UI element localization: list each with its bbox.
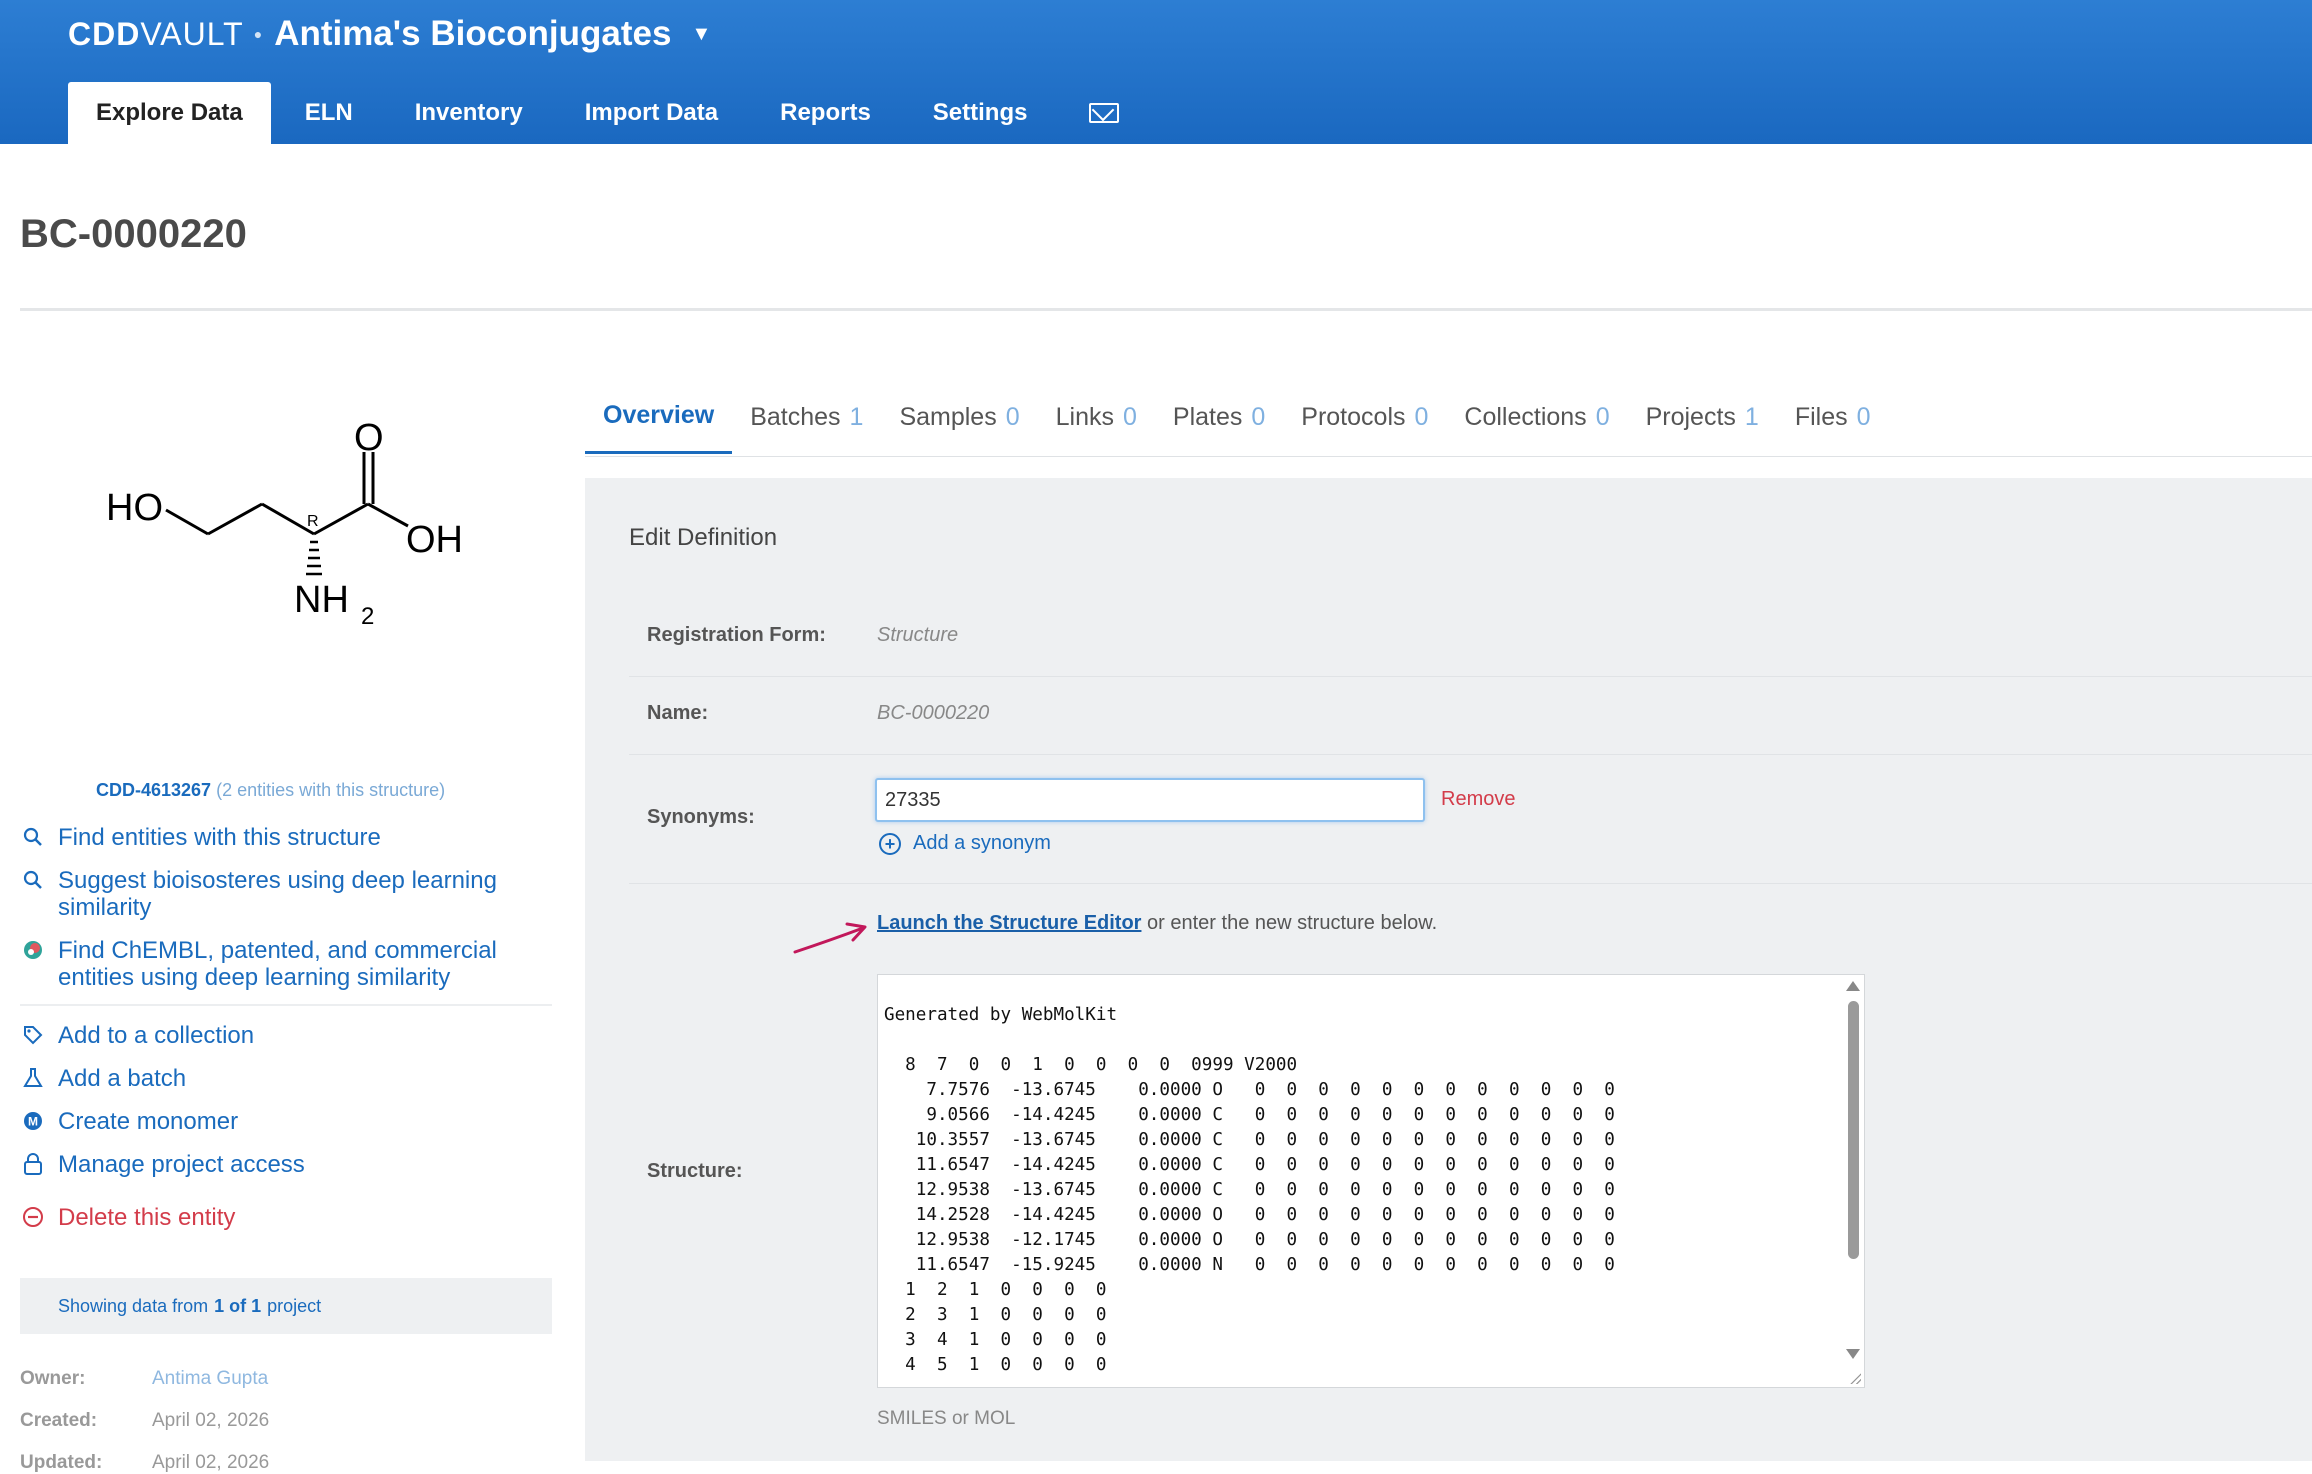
structure-label: Structure: bbox=[647, 1160, 743, 1182]
scroll-up-arrow-icon[interactable] bbox=[1846, 981, 1860, 991]
add-to-collection-link[interactable]: Add to a collection bbox=[22, 1022, 552, 1049]
project-count[interactable]: 1 of 1 bbox=[214, 1296, 261, 1317]
annotation-arrow bbox=[793, 922, 867, 954]
structure-drawing[interactable]: HO O OH NH 2 R bbox=[90, 412, 490, 642]
vault-dropdown-caret-icon[interactable]: ▼ bbox=[691, 23, 711, 46]
find-entities-with-structure-link[interactable]: Find entities with this structure bbox=[22, 824, 552, 851]
delete-entity-link[interactable]: Delete this entity bbox=[22, 1204, 552, 1231]
tab-protocols[interactable]: Protocols 0 bbox=[1283, 380, 1446, 454]
entity-tabs: Overview Batches 1 Samples 0 Links 0 Plates… bbox=[585, 380, 1889, 454]
tab-plates[interactable]: Plates 0 bbox=[1155, 380, 1283, 454]
tab-count: 0 bbox=[1122, 402, 1137, 431]
remove-synonym-link[interactable]: Remove bbox=[1441, 788, 1515, 811]
atom-label-nh: NH bbox=[294, 579, 349, 621]
tab-batches[interactable]: Batches 1 bbox=[732, 380, 881, 454]
tab-count: 0 bbox=[1856, 402, 1871, 431]
sidebar-divider bbox=[20, 1004, 552, 1006]
tab-count: 1 bbox=[1744, 402, 1759, 431]
synonyms-label: Synonyms: bbox=[647, 806, 755, 828]
row-divider bbox=[629, 754, 2312, 755]
lock-icon bbox=[22, 1153, 44, 1175]
brand: CDDVAULT ● Antima's Bioconjugates ▼ bbox=[68, 14, 711, 54]
svg-text:M: M bbox=[28, 1115, 38, 1129]
structure-molfile-textarea[interactable]: Generated by WebMolKit 8 7 0 0 1 0 0 0 0… bbox=[877, 974, 1865, 1388]
main-nav: Explore Data ELN Inventory Import Data R… bbox=[68, 82, 1153, 144]
tab-projects[interactable]: Projects 1 bbox=[1628, 380, 1777, 454]
project-scope-banner: Showing data from 1 of 1 project bbox=[20, 1278, 552, 1334]
add-batch-link[interactable]: Add a batch bbox=[22, 1065, 552, 1092]
minus-circle-icon bbox=[22, 1206, 44, 1228]
atom-label-ho: HO bbox=[106, 487, 163, 529]
textarea-scrollbar[interactable] bbox=[1844, 975, 1864, 1387]
flask-icon bbox=[22, 1067, 44, 1089]
top-header: CDDVAULT ● Antima's Bioconjugates ▼ Expl… bbox=[0, 0, 2312, 144]
entities-with-structure-link[interactable]: (2 entities with this structure) bbox=[216, 780, 445, 800]
nav-settings[interactable]: Settings bbox=[905, 82, 1056, 144]
tab-collections[interactable]: Collections 0 bbox=[1446, 380, 1627, 454]
nav-eln[interactable]: ELN bbox=[277, 82, 381, 144]
molfile-text: Generated by WebMolKit 8 7 0 0 1 0 0 0 0… bbox=[884, 1005, 1615, 1375]
tab-overview[interactable]: Overview bbox=[585, 380, 733, 454]
meta-updated: Updated: April 02, 2026 bbox=[20, 1452, 270, 1473]
tab-count: 0 bbox=[1414, 402, 1429, 431]
name-value: BC-0000220 bbox=[877, 702, 990, 724]
atom-label-nh-subscript: 2 bbox=[361, 603, 374, 630]
atom-label-o: O bbox=[354, 417, 384, 459]
tabs-divider bbox=[585, 456, 2312, 457]
stereo-label: R bbox=[307, 513, 319, 530]
row-divider bbox=[629, 883, 2312, 884]
launch-editor-line: Launch the Structure Editor or enter the… bbox=[877, 912, 1438, 934]
tab-links[interactable]: Links 0 bbox=[1038, 380, 1155, 454]
nav-explore-data[interactable]: Explore Data bbox=[68, 82, 271, 144]
tab-files[interactable]: Files 0 bbox=[1777, 380, 1889, 454]
vault-name[interactable]: Antima's Bioconjugates bbox=[274, 14, 671, 54]
cdd-vault-logo[interactable]: CDDVAULT bbox=[68, 16, 244, 53]
find-chembl-entities-link[interactable]: Find ChEMBL, patented, and commercial en… bbox=[22, 937, 552, 991]
name-label: Name: bbox=[647, 702, 709, 724]
synonym-input[interactable] bbox=[875, 778, 1425, 822]
nav-reports[interactable]: Reports bbox=[752, 82, 899, 144]
structure-format-hint: SMILES or MOL bbox=[877, 1408, 1016, 1429]
edit-definition-heading: Edit Definition bbox=[629, 524, 778, 551]
tab-count: 1 bbox=[849, 402, 864, 431]
title-divider bbox=[20, 308, 2312, 311]
edit-definition-panel: Edit Definition Registration Form: Struc… bbox=[585, 478, 2312, 1461]
nav-import-data[interactable]: Import Data bbox=[557, 82, 746, 144]
scroll-down-arrow-icon[interactable] bbox=[1846, 1349, 1860, 1359]
owner-link[interactable]: Antima Gupta bbox=[152, 1368, 268, 1390]
registration-form-value: Structure bbox=[877, 624, 959, 646]
manage-project-access-link[interactable]: Manage project access bbox=[22, 1151, 552, 1178]
registration-line: CDD-4613267 (2 entities with this struct… bbox=[96, 780, 445, 801]
structure-search-actions: Find entities with this structure Sugges… bbox=[22, 824, 552, 1007]
tag-add-icon bbox=[22, 1024, 44, 1046]
search-icon bbox=[22, 869, 44, 891]
suggest-bioisosteres-link[interactable]: Suggest bioisosteres using deep learning… bbox=[22, 867, 552, 921]
add-synonym-link[interactable]: + Add a synonym bbox=[879, 832, 1051, 855]
nav-inventory[interactable]: Inventory bbox=[387, 82, 551, 144]
meta-created: Created: April 02, 2026 bbox=[20, 1410, 270, 1431]
row-divider bbox=[629, 676, 2312, 677]
chembl-icon bbox=[22, 939, 44, 961]
tab-count: 0 bbox=[1251, 402, 1266, 431]
plus-circle-icon: + bbox=[879, 832, 901, 855]
tab-samples[interactable]: Samples 0 bbox=[881, 380, 1037, 454]
brand-separator-dot: ● bbox=[253, 26, 263, 42]
tab-count: 0 bbox=[1005, 402, 1020, 431]
registration-form-label: Registration Form: bbox=[647, 624, 826, 646]
create-monomer-link[interactable]: M Create monomer bbox=[22, 1108, 552, 1135]
page-title: BC-0000220 bbox=[20, 212, 247, 256]
scroll-thumb[interactable] bbox=[1848, 1001, 1859, 1259]
monomer-icon: M bbox=[22, 1110, 44, 1132]
entity-actions: Add to a collection Add a batch M Create… bbox=[22, 1022, 552, 1247]
tab-count: 0 bbox=[1595, 402, 1610, 431]
search-icon bbox=[22, 826, 44, 848]
resize-handle-icon[interactable] bbox=[1849, 1372, 1861, 1384]
nav-messages[interactable] bbox=[1061, 82, 1147, 144]
atom-label-oh: OH bbox=[406, 519, 463, 561]
meta-owner: Owner: Antima Gupta bbox=[20, 1368, 269, 1390]
launch-structure-editor-link[interactable]: Launch the Structure Editor bbox=[877, 912, 1141, 934]
envelope-icon bbox=[1089, 103, 1120, 123]
cdd-registration-id-link[interactable]: CDD-4613267 bbox=[96, 780, 211, 800]
